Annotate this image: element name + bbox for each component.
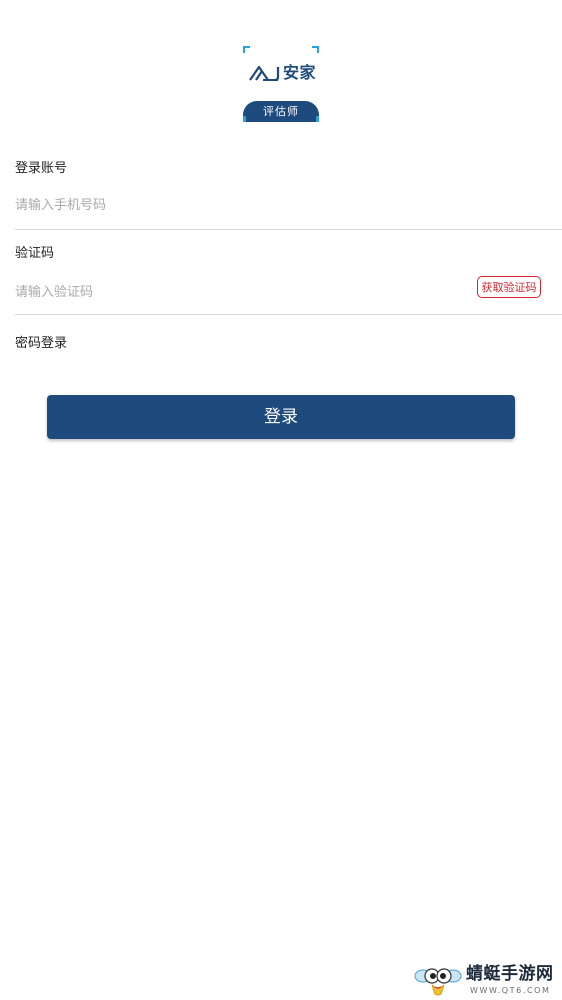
logo-corner-top-left: [243, 46, 250, 53]
code-label: 验证码: [15, 246, 55, 261]
account-label: 登录账号: [15, 161, 68, 176]
get-code-button[interactable]: 获取验证码: [477, 276, 541, 298]
verification-code-input[interactable]: [15, 284, 455, 302]
site-watermark: 蜻蜓手游网 WWW.QT6.COM: [414, 962, 560, 998]
logo-role-badge: 评估师: [243, 101, 319, 122]
logo-badge-text: 评估师: [263, 105, 299, 118]
password-login-link[interactable]: 密码登录: [15, 336, 67, 352]
logo-corner-top-right: [312, 46, 319, 53]
app-logo: 安家 评估师: [243, 46, 319, 122]
dragonfly-mascot-icon: [414, 968, 462, 996]
phone-number-input[interactable]: [15, 197, 455, 215]
badge-edge-right: [316, 116, 319, 122]
badge-edge-left: [243, 116, 246, 122]
code-divider: [15, 314, 562, 315]
login-button[interactable]: 登录: [47, 395, 515, 439]
account-divider: [15, 229, 562, 230]
watermark-url: WWW.QT6.COM: [470, 986, 551, 995]
logo-brand-text: 安家: [283, 63, 317, 82]
aj-logo-mark-icon: [249, 65, 280, 82]
watermark-site-name: 蜻蜓手游网: [466, 964, 554, 984]
